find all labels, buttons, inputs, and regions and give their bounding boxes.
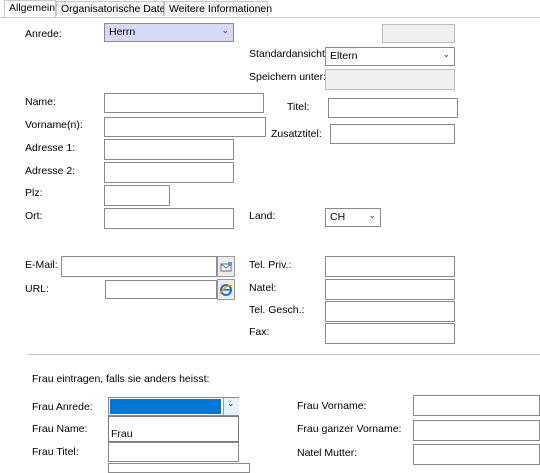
chevron-down-icon: ⌄ <box>221 25 229 35</box>
top-right-readonly-field <box>382 24 455 43</box>
fax-input[interactable] <box>325 323 455 344</box>
anrede-value: Herrn <box>109 26 136 38</box>
url-label: URL: <box>25 283 49 295</box>
natel-label: Natel: <box>249 282 277 294</box>
browser-icon <box>219 283 233 296</box>
name-input[interactable] <box>104 93 264 113</box>
speichern-unter-field <box>325 69 455 90</box>
tel-priv-label: Tel. Priv.: <box>249 259 292 271</box>
section-divider <box>28 354 540 355</box>
chevron-down-icon: ⌄ <box>442 49 450 59</box>
frau-anrede-dropdown-button[interactable]: ⌄ <box>223 398 239 415</box>
titel-label: Titel: <box>287 101 310 113</box>
frau-anrede-select[interactable]: ⌄ <box>108 397 239 416</box>
mail-icon <box>220 261 232 271</box>
tab-bar: Allgemein Organisatorische Daten Weitere… <box>0 0 540 18</box>
natel-mutter-input[interactable] <box>413 444 540 465</box>
anrede-select[interactable]: Herrn ⌄ <box>104 23 234 42</box>
plz-label: Plz: <box>25 187 43 199</box>
adresse1-input[interactable] <box>104 139 234 160</box>
tel-gesch-input[interactable] <box>325 301 455 322</box>
frau-ganzer-vorname-label: Frau ganzer Vorname: <box>297 423 402 435</box>
name-label: Name: <box>25 96 56 108</box>
email-label: E-Mail: <box>25 259 58 271</box>
url-button[interactable] <box>217 279 235 300</box>
tab-allgemein[interactable]: Allgemein <box>4 0 56 17</box>
speichern-unter-label: Speichern unter: <box>249 71 327 83</box>
chevron-down-icon: ⌄ <box>227 398 235 408</box>
natel-input[interactable] <box>325 279 455 300</box>
tab-organisatorische-daten[interactable]: Organisatorische Daten <box>56 1 171 16</box>
email-button[interactable] <box>217 256 235 277</box>
frau-titel-label: Frau Titel: <box>32 446 79 458</box>
frau-titel-input[interactable] <box>108 442 239 462</box>
land-value: CH <box>330 211 346 223</box>
vorname-label: Vorname(n): <box>25 119 83 131</box>
adresse1-label: Adresse 1: <box>25 142 76 154</box>
zusatztitel-input[interactable] <box>330 124 455 144</box>
chevron-down-icon: ⌄ <box>368 210 376 220</box>
tel-gesch-label: Tel. Gesch.: <box>249 304 305 316</box>
tab-weitere-informationen[interactable]: Weitere Informationen <box>164 1 272 16</box>
ort-input[interactable] <box>104 208 234 229</box>
adresse2-input[interactable] <box>104 162 234 183</box>
land-select[interactable]: CH ⌄ <box>325 208 381 227</box>
vorname-input[interactable] <box>104 117 266 137</box>
natel-mutter-label: Natel Mutter: <box>297 447 358 459</box>
ort-label: Ort: <box>25 210 43 222</box>
frau-vorname-input[interactable] <box>413 395 540 416</box>
anrede-label: Anrede: <box>25 28 62 40</box>
fax-label: Fax: <box>249 326 270 338</box>
titel-input[interactable] <box>328 98 458 118</box>
adresse2-label: Adresse 2: <box>25 165 76 177</box>
frau-section-heading: Frau eintragen, falls sie anders heisst: <box>32 373 210 385</box>
url-input[interactable] <box>105 280 217 299</box>
zusatztitel-label: Zusatztitel: <box>271 128 322 140</box>
tel-priv-input[interactable] <box>325 256 455 277</box>
land-label: Land: <box>249 210 276 222</box>
frau-ganzer-vorname-input[interactable] <box>413 420 540 441</box>
dropdown-option[interactable]: Frau <box>111 428 133 440</box>
frau-vorname-label: Frau Vorname: <box>297 400 367 412</box>
standardansicht-value: Eltern <box>330 50 358 62</box>
frau-anrede-selection <box>110 399 221 414</box>
frau-name-label: Frau Name: <box>32 423 88 435</box>
frau-anrede-label: Frau Anrede: <box>32 401 93 413</box>
next-field-partial[interactable] <box>108 463 250 473</box>
plz-input[interactable] <box>104 185 170 206</box>
frau-anrede-dropdown-list: Frau <box>108 416 239 442</box>
standardansicht-label: Standardansicht: <box>249 48 328 60</box>
email-input[interactable] <box>61 256 217 277</box>
standardansicht-select[interactable]: Eltern ⌄ <box>325 47 455 66</box>
